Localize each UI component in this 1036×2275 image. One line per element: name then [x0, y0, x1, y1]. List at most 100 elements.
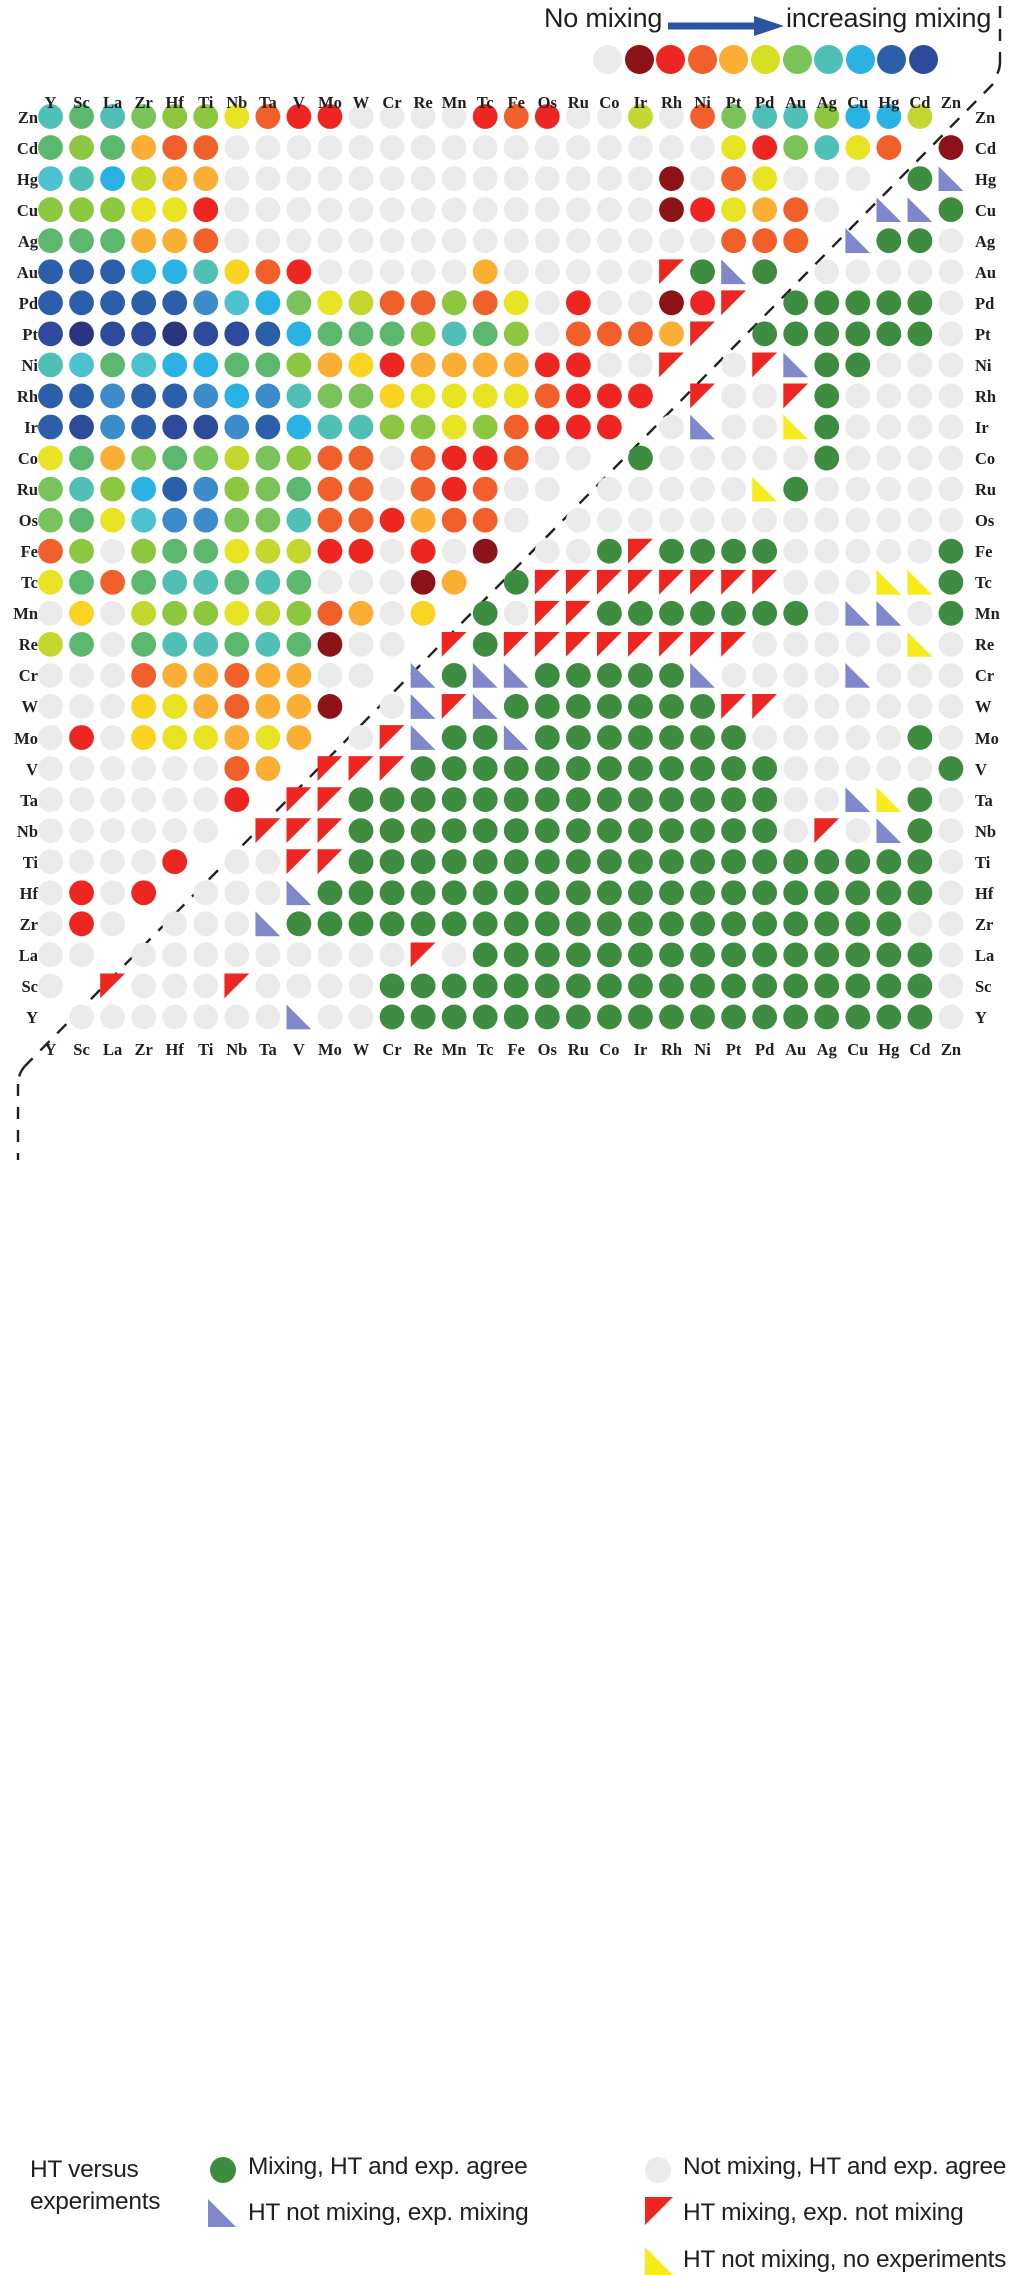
cell-circle-green[interactable] — [503, 911, 529, 937]
cell-circle-green[interactable] — [348, 911, 374, 937]
cell-circle-empty[interactable] — [876, 507, 902, 533]
cell-circle-mixing[interactable] — [255, 538, 281, 564]
cell-circle-green[interactable] — [534, 818, 560, 844]
cell-triangle-red[interactable] — [441, 631, 467, 657]
cell-circle-green[interactable] — [845, 352, 871, 378]
cell-circle-mixing[interactable] — [534, 414, 560, 440]
cell-circle-mixing[interactable] — [100, 135, 125, 160]
cell-circle-empty[interactable] — [938, 631, 964, 657]
cell-circle-green[interactable] — [379, 973, 405, 999]
cell-circle-empty[interactable] — [814, 476, 840, 502]
cell-circle-empty[interactable] — [597, 290, 622, 316]
cell-circle-empty[interactable] — [721, 445, 746, 471]
cell-circle-empty[interactable] — [348, 973, 374, 999]
cell-circle-green[interactable] — [565, 725, 591, 750]
cell-triangle-yellow[interactable] — [783, 414, 809, 440]
cell-circle-empty[interactable] — [659, 228, 684, 254]
cell-circle-empty[interactable] — [286, 228, 312, 254]
cell-circle-empty[interactable] — [628, 259, 653, 285]
cell-circle-empty[interactable] — [690, 135, 715, 160]
cell-triangle-blue[interactable] — [286, 880, 312, 906]
cell-circle-green[interactable] — [783, 290, 809, 316]
cell-triangle-red[interactable] — [410, 942, 436, 968]
cell-circle-empty[interactable] — [938, 694, 964, 719]
cell-circle-green[interactable] — [690, 818, 715, 844]
cell-circle-green[interactable] — [721, 942, 746, 968]
cell-circle-empty[interactable] — [100, 849, 125, 875]
cell-circle-empty[interactable] — [845, 166, 871, 192]
cell-triangle-yellow[interactable] — [907, 631, 933, 657]
cell-circle-mixing[interactable] — [255, 414, 281, 440]
cell-circle-empty[interactable] — [814, 663, 840, 688]
cell-circle-empty[interactable] — [348, 259, 374, 285]
cell-circle-mixing[interactable] — [69, 352, 94, 378]
cell-triangle-red[interactable] — [721, 694, 746, 719]
cell-circle-mixing[interactable] — [38, 321, 63, 347]
cell-triangle-red[interactable] — [659, 259, 684, 285]
cell-circle-empty[interactable] — [534, 228, 560, 254]
cell-circle-empty[interactable] — [814, 507, 840, 533]
cell-circle-mixing[interactable] — [193, 694, 219, 719]
cell-circle-green[interactable] — [628, 725, 653, 750]
cell-circle-empty[interactable] — [503, 166, 529, 192]
cell-circle-green[interactable] — [814, 290, 840, 316]
cell-circle-empty[interactable] — [38, 849, 63, 875]
cell-circle-green[interactable] — [534, 725, 560, 750]
cell-circle-green[interactable] — [845, 290, 871, 316]
cell-circle-mixing[interactable] — [597, 321, 622, 347]
cell-circle-empty[interactable] — [876, 663, 902, 688]
cell-circle-empty[interactable] — [814, 197, 840, 223]
cell-circle-mixing[interactable] — [348, 538, 374, 564]
cell-circle-mixing[interactable] — [100, 321, 125, 347]
cell-circle-mixing[interactable] — [255, 259, 281, 285]
cell-circle-empty[interactable] — [876, 538, 902, 564]
cell-circle-empty[interactable] — [441, 197, 467, 223]
cell-circle-empty[interactable] — [131, 818, 157, 844]
cell-circle-empty[interactable] — [845, 507, 871, 533]
cell-circle-green[interactable] — [876, 973, 902, 999]
cell-triangle-blue[interactable] — [783, 352, 809, 378]
cell-circle-empty[interactable] — [69, 1004, 94, 1030]
cell-circle-empty[interactable] — [907, 476, 933, 502]
cell-circle-mixing[interactable] — [286, 476, 312, 502]
cell-circle-mixing[interactable] — [690, 197, 715, 223]
cell-circle-empty[interactable] — [100, 756, 125, 781]
cell-circle-empty[interactable] — [907, 383, 933, 409]
cell-circle-green[interactable] — [690, 973, 715, 999]
cell-circle-green[interactable] — [752, 911, 778, 937]
cell-circle-mixing[interactable] — [783, 228, 809, 254]
cell-circle-green[interactable] — [503, 694, 529, 719]
cell-circle-mixing[interactable] — [472, 476, 498, 502]
cell-circle-green[interactable] — [348, 880, 374, 906]
cell-circle-mixing[interactable] — [286, 569, 312, 595]
cell-circle-empty[interactable] — [131, 1004, 157, 1030]
cell-circle-empty[interactable] — [876, 631, 902, 657]
cell-circle-mixing[interactable] — [131, 166, 157, 192]
cell-circle-green[interactable] — [565, 663, 591, 688]
cell-circle-empty[interactable] — [876, 476, 902, 502]
cell-circle-mixing[interactable] — [69, 414, 94, 440]
cell-circle-empty[interactable] — [721, 414, 746, 440]
cell-triangle-red[interactable] — [565, 600, 591, 626]
cell-triangle-red[interactable] — [224, 973, 250, 999]
cell-circle-green[interactable] — [628, 756, 653, 781]
cell-circle-empty[interactable] — [162, 818, 188, 844]
cell-triangle-red[interactable] — [348, 756, 374, 781]
cell-circle-empty[interactable] — [938, 880, 964, 906]
cell-circle-empty[interactable] — [938, 228, 964, 254]
cell-circle-empty[interactable] — [752, 663, 778, 688]
cell-circle-mixing[interactable] — [441, 569, 467, 595]
cell-triangle-red[interactable] — [690, 383, 715, 409]
cell-circle-green[interactable] — [721, 538, 746, 564]
cell-circle-empty[interactable] — [938, 445, 964, 471]
cell-circle-green[interactable] — [907, 1004, 933, 1030]
cell-circle-empty[interactable] — [131, 973, 157, 999]
cell-circle-mixing[interactable] — [38, 259, 63, 285]
cell-circle-mixing[interactable] — [69, 725, 94, 750]
cell-circle-green[interactable] — [503, 756, 529, 781]
cell-circle-mixing[interactable] — [131, 197, 157, 223]
cell-circle-empty[interactable] — [752, 445, 778, 471]
cell-circle-empty[interactable] — [255, 166, 281, 192]
cell-triangle-red[interactable] — [379, 756, 405, 781]
cell-circle-green[interactable] — [472, 631, 498, 657]
